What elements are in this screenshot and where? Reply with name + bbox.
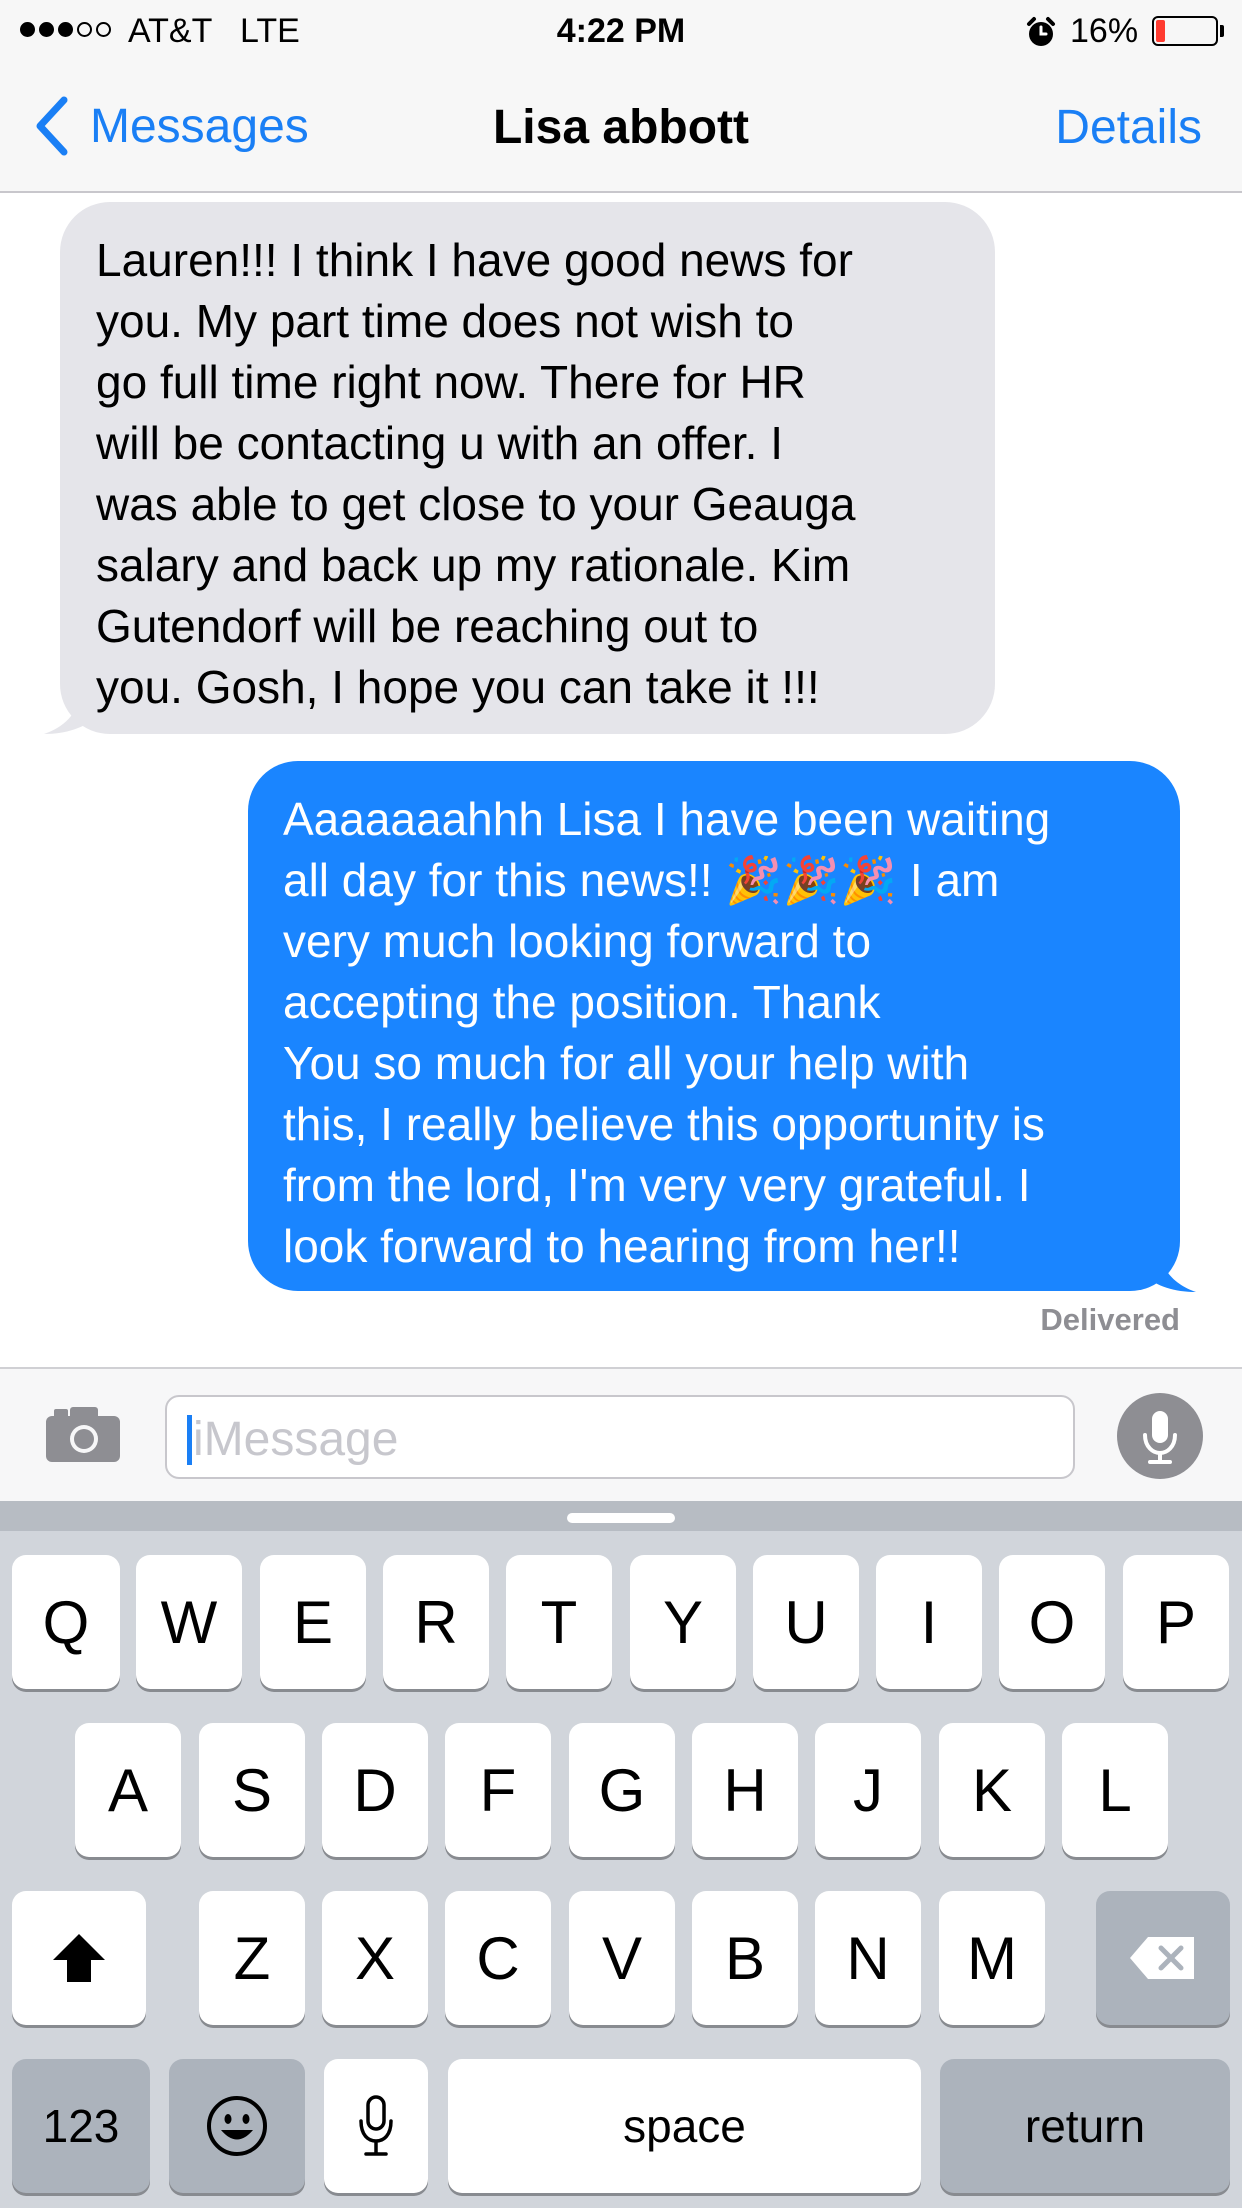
key-d[interactable]: D [322, 1723, 428, 1857]
key-z[interactable]: Z [199, 1891, 305, 2025]
key-u[interactable]: U [753, 1555, 859, 1689]
key-e[interactable]: E [260, 1555, 366, 1689]
key-b[interactable]: B [692, 1891, 798, 2025]
key-g[interactable]: G [569, 1723, 675, 1857]
message-text: Aaaaaaahhh Lisa I have been waiting all … [283, 793, 1051, 1272]
return-key[interactable]: return [940, 2059, 1230, 2193]
message-input-placeholder: iMessage [193, 1413, 399, 1466]
key-w[interactable]: W [136, 1555, 242, 1689]
key-c[interactable]: C [445, 1891, 551, 2025]
key-r[interactable]: R [383, 1555, 489, 1689]
delivery-status: Delivered [1040, 1302, 1180, 1337]
camera-icon[interactable] [44, 1404, 122, 1464]
key-v[interactable]: V [569, 1891, 675, 2025]
microphone-icon [359, 2095, 393, 2156]
dictation-key[interactable] [324, 2059, 428, 2193]
microphone-icon [1143, 1411, 1177, 1464]
shift-key[interactable] [12, 1891, 146, 2025]
shift-icon [53, 1934, 105, 1982]
battery-percent: 16% [1070, 12, 1139, 50]
status-bar: AT&T LTE 4:22 PM 16% [0, 0, 1242, 64]
incoming-message-bubble[interactable]: Lauren!!! I think I have good news for y… [60, 202, 995, 734]
message-input[interactable]: iMessage [165, 1395, 1075, 1479]
text-cursor [187, 1415, 192, 1465]
battery-terminal [1220, 25, 1224, 37]
key-h[interactable]: H [692, 1723, 798, 1857]
key-y[interactable]: Y [630, 1555, 736, 1689]
message-text: Lauren!!! I think I have good news for y… [96, 234, 856, 713]
details-button[interactable]: Details [1055, 100, 1202, 155]
keyboard: Q W E R T Y U I O P A S D F G H J K L Z … [0, 1501, 1242, 2208]
key-t[interactable]: T [506, 1555, 612, 1689]
space-key[interactable]: space [448, 2059, 921, 2193]
key-i[interactable]: I [876, 1555, 982, 1689]
voice-message-button[interactable] [1117, 1393, 1203, 1479]
delete-key[interactable] [1096, 1891, 1230, 2025]
navigation-bar: Messages Lisa abbott Details [0, 64, 1242, 193]
key-a[interactable]: A [75, 1723, 181, 1857]
key-x[interactable]: X [322, 1891, 428, 2025]
key-f[interactable]: F [445, 1723, 551, 1857]
numbers-key[interactable]: 123 [12, 2059, 150, 2193]
key-o[interactable]: O [999, 1555, 1105, 1689]
emoji-icon [207, 2096, 267, 2156]
key-n[interactable]: N [815, 1891, 921, 2025]
key-q[interactable]: Q [12, 1555, 120, 1689]
emoji-key[interactable] [169, 2059, 305, 2193]
battery-level [1156, 20, 1165, 42]
delete-icon [1130, 1937, 1194, 1979]
key-s[interactable]: S [199, 1723, 305, 1857]
key-j[interactable]: J [815, 1723, 921, 1857]
key-m[interactable]: M [939, 1891, 1045, 2025]
message-input-bar: iMessage [0, 1367, 1242, 1503]
alarm-clock-icon [1027, 17, 1055, 46]
key-l[interactable]: L [1062, 1723, 1168, 1857]
keyboard-grabber[interactable] [567, 1513, 675, 1523]
key-p[interactable]: P [1123, 1555, 1229, 1689]
key-k[interactable]: K [939, 1723, 1045, 1857]
battery-icon [1152, 16, 1218, 46]
outgoing-message-bubble[interactable]: Aaaaaaahhh Lisa I have been waiting all … [248, 761, 1180, 1291]
